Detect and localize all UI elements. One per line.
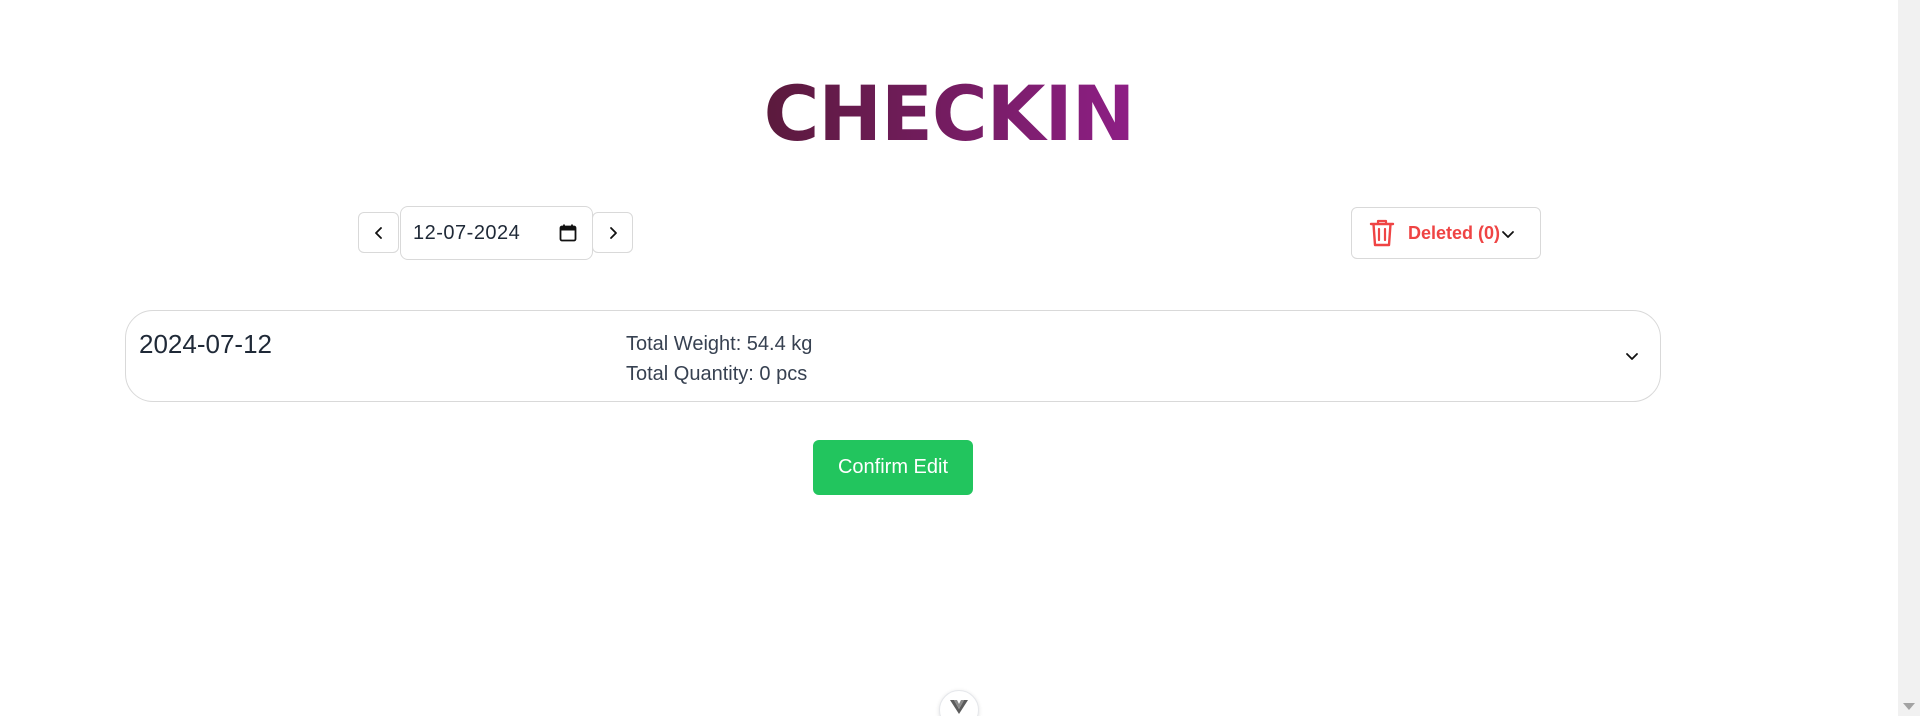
previous-date-button[interactable] bbox=[358, 212, 399, 253]
entry-totals: Total Weight: 54.4 kg Total Quantity: 0 … bbox=[626, 329, 812, 389]
deleted-dropdown-button[interactable]: Deleted (0) bbox=[1351, 207, 1541, 259]
total-weight: Total Weight: 54.4 kg bbox=[626, 333, 813, 355]
chevron-left-icon bbox=[374, 226, 382, 239]
deleted-label: Deleted (0) bbox=[1408, 222, 1501, 243]
total-quantity: Total Quantity: 0 pcs bbox=[626, 363, 808, 385]
chevron-right-icon bbox=[609, 226, 617, 239]
page-scrollbar[interactable] bbox=[1898, 0, 1920, 716]
chevron-down-icon bbox=[1502, 231, 1514, 238]
calendar-icon[interactable] bbox=[558, 223, 578, 243]
vue-logo-icon bbox=[950, 700, 968, 714]
page-title: CHECKIN bbox=[0, 70, 1898, 158]
scroll-down-button[interactable] bbox=[939, 690, 979, 716]
page: CHECKIN 12-07-2024 Deleted (0) 2024-07-1… bbox=[0, 0, 1920, 716]
expand-chevron-icon[interactable] bbox=[1624, 348, 1640, 364]
next-date-button[interactable] bbox=[592, 212, 633, 253]
page-title-text: CHECKIN bbox=[763, 69, 1136, 158]
date-input-value: 12-07-2024 bbox=[413, 221, 521, 244]
scroll-down-arrow-icon[interactable] bbox=[1903, 703, 1915, 710]
date-input[interactable]: 12-07-2024 bbox=[400, 206, 593, 260]
confirm-edit-button[interactable]: Confirm Edit bbox=[813, 440, 973, 495]
checkin-entry-card[interactable]: 2024-07-12 Total Weight: 54.4 kg Total Q… bbox=[125, 310, 1661, 402]
trash-icon bbox=[1369, 219, 1395, 247]
entry-date: 2024-07-12 bbox=[139, 329, 272, 359]
